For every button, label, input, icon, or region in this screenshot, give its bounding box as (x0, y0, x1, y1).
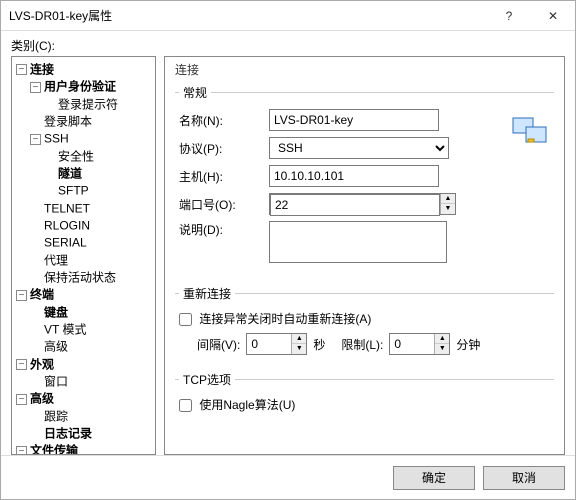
tree-vt-mode[interactable]: VT 模式 (30, 321, 153, 338)
sec-label: 秒 (313, 336, 325, 353)
properties-dialog: LVS-DR01-key属性 ? ✕ 类别(C): −连接 −用户身份验证 登录… (0, 0, 576, 500)
auto-reconnect-checkbox[interactable]: 连接异常关闭时自动重新连接(A) (179, 312, 371, 326)
tcp-group: TCP选项 使用Nagle算法(U) (175, 371, 554, 423)
settings-panel: 连接 常规 名称(N): 协议(P): SSH 主机(H) (164, 56, 565, 455)
titlebar: LVS-DR01-key属性 ? ✕ (1, 1, 575, 31)
host-label: 主机(H): (179, 168, 269, 185)
tree-terminal-advanced[interactable]: 高级 (30, 338, 153, 355)
dialog-footer: 确定 取消 (1, 455, 575, 499)
collapse-icon[interactable]: − (16, 290, 27, 301)
tree-telnet[interactable]: TELNET (30, 200, 153, 217)
tree-ssh[interactable]: −SSH 安全性 隧道 SFTP (30, 130, 153, 199)
panel-title: 连接 (175, 61, 554, 78)
min-label: 分钟 (456, 336, 480, 353)
tree-keepalive[interactable]: 保持活动状态 (30, 269, 153, 286)
tree-advanced[interactable]: −高级 跟踪 日志记录 (16, 390, 153, 442)
limit-label: 限制(L): (341, 336, 383, 353)
help-button[interactable]: ? (487, 1, 531, 30)
nagle-checkbox[interactable]: 使用Nagle算法(U) (179, 398, 295, 412)
tree-rlogin[interactable]: RLOGIN (30, 217, 153, 234)
collapse-icon[interactable]: − (16, 394, 27, 405)
close-icon: ✕ (548, 9, 558, 23)
tree-sftp[interactable]: SFTP (44, 182, 153, 199)
tree-connection[interactable]: −连接 −用户身份验证 登录提示符 登录脚本 −SSH 安全性 (16, 61, 153, 286)
connection-icon (512, 115, 548, 148)
tree-login-script[interactable]: 登录脚本 (30, 113, 153, 130)
tree-serial[interactable]: SERIAL (30, 234, 153, 251)
limit-input[interactable] (390, 334, 434, 354)
category-label: 类别(C): (11, 37, 565, 54)
nagle-input[interactable] (179, 399, 192, 412)
desc-textarea[interactable] (269, 221, 447, 263)
tree-file-transfer[interactable]: −文件传输 X/YMODEM ZMODEM (16, 442, 153, 455)
tree-login-prompt[interactable]: 登录提示符 (44, 96, 153, 113)
reconnect-legend: 重新连接 (179, 285, 235, 302)
collapse-icon[interactable]: − (30, 134, 41, 145)
close-button[interactable]: ✕ (531, 1, 575, 30)
spin-down-icon[interactable]: ▼ (292, 344, 306, 354)
interval-spinner[interactable]: ▲▼ (246, 333, 307, 355)
category-tree[interactable]: −连接 −用户身份验证 登录提示符 登录脚本 −SSH 安全性 (11, 56, 156, 455)
host-input[interactable] (269, 165, 439, 187)
tree-logging[interactable]: 日志记录 (30, 425, 153, 442)
collapse-icon[interactable]: − (16, 359, 27, 370)
tree-window[interactable]: 窗口 (30, 373, 153, 390)
reconnect-group: 重新连接 连接异常关闭时自动重新连接(A) 间隔(V): ▲▼ 秒 限制(L): (175, 285, 554, 365)
tree-security[interactable]: 安全性 (44, 148, 153, 165)
tree-appearance[interactable]: −外观 窗口 (16, 356, 153, 391)
general-legend: 常规 (179, 84, 211, 101)
limit-spinner[interactable]: ▲▼ (389, 333, 450, 355)
desc-label: 说明(D): (179, 221, 269, 238)
tree-tunnel[interactable]: 隧道 (44, 165, 153, 182)
name-label: 名称(N): (179, 112, 269, 129)
auto-reconnect-input[interactable] (179, 313, 192, 326)
tcp-legend: TCP选项 (179, 371, 235, 388)
general-group: 常规 名称(N): 协议(P): SSH 主机(H): (175, 84, 554, 279)
collapse-icon[interactable]: − (16, 64, 27, 75)
spin-up-icon[interactable]: ▲ (435, 334, 449, 344)
ok-button[interactable]: 确定 (393, 466, 475, 490)
protocol-label: 协议(P): (179, 140, 269, 157)
port-input[interactable] (270, 194, 440, 216)
interval-label: 间隔(V): (197, 336, 240, 353)
spin-up-icon[interactable]: ▲ (441, 194, 455, 204)
tree-terminal[interactable]: −终端 键盘 VT 模式 高级 (16, 286, 153, 355)
spin-down-icon[interactable]: ▼ (435, 344, 449, 354)
tree-keyboard[interactable]: 键盘 (30, 304, 153, 321)
collapse-icon[interactable]: − (16, 446, 27, 455)
protocol-select[interactable]: SSH (269, 137, 449, 159)
window-title: LVS-DR01-key属性 (9, 7, 487, 24)
name-input[interactable] (269, 109, 439, 131)
tree-proxy[interactable]: 代理 (30, 252, 153, 269)
spin-down-icon[interactable]: ▼ (441, 204, 455, 214)
port-spinner[interactable]: ▲▼ (269, 193, 456, 215)
port-label: 端口号(O): (179, 196, 269, 213)
interval-input[interactable] (247, 334, 291, 354)
collapse-icon[interactable]: − (30, 82, 41, 93)
spin-up-icon[interactable]: ▲ (292, 334, 306, 344)
tree-trace[interactable]: 跟踪 (30, 408, 153, 425)
question-icon: ? (506, 9, 513, 23)
tree-user-auth[interactable]: −用户身份验证 登录提示符 (30, 78, 153, 113)
cancel-button[interactable]: 取消 (483, 466, 565, 490)
